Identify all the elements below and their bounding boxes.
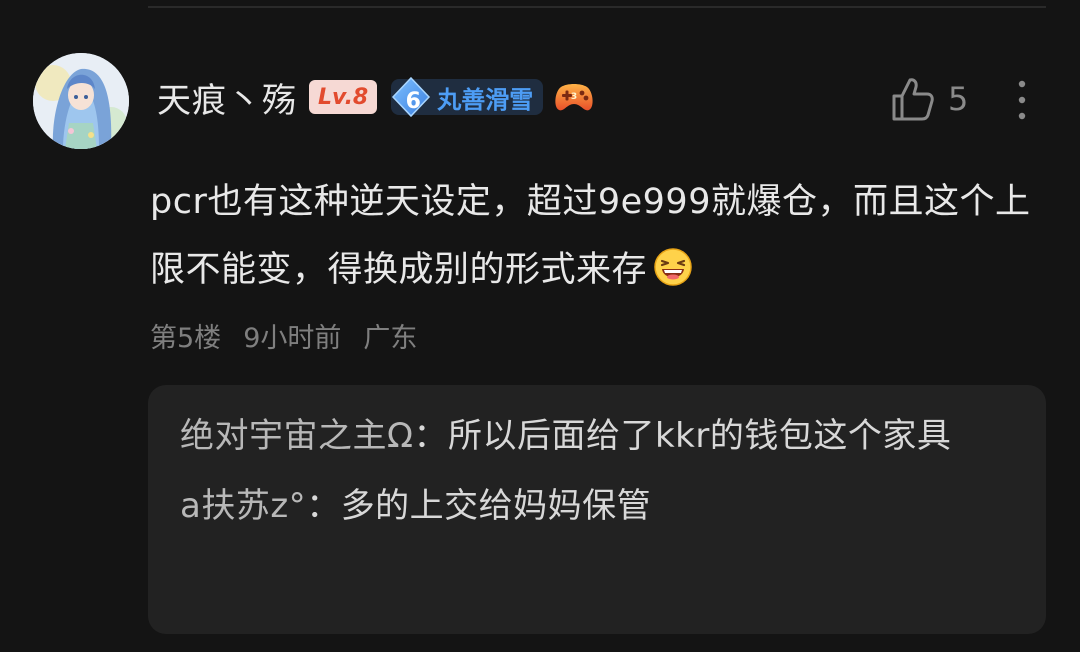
sub-reply-author[interactable]: a扶苏z° [180,486,306,526]
top-divider [148,6,1046,8]
sub-reply-text: 多的上交给妈妈保管 [340,486,652,526]
sub-reply[interactable]: a扶苏z°：多的上交给妈妈保管 [180,471,1016,541]
sub-reply-author[interactable]: 绝对宇宙之主Ω [180,416,413,456]
svg-text:3: 3 [571,92,577,102]
sub-replies-panel[interactable]: 绝对宇宙之主Ω：所以后面给了kkr的钱包这个家具 a扶苏z°：多的上交给妈妈保管 [148,385,1046,634]
fan-badge[interactable]: 丸善滑雪 6 [391,76,544,118]
sub-reply-separator: ： [306,486,341,526]
fan-badge-level: 6 [405,88,421,114]
comment-meta: 第5楼 9小时前 广东 [150,316,417,355]
comment-body: pcr也有这种逆天设定，超过9e999就爆仓，而且这个上限不能变，得换成别的形式… [150,182,1031,290]
comment-text: pcr也有这种逆天设定，超过9e999就爆仓，而且这个上限不能变，得换成别的形式… [150,168,1055,304]
level-badge: Lv.8 [309,80,378,114]
avatar[interactable] [33,53,129,149]
laughing-face-emoji [654,248,692,286]
gamepad-icon: 3 [555,84,593,111]
sub-reply-text: 所以后面给了kkr的钱包这个家具 [447,416,952,456]
username[interactable]: 天痕丶殇 [157,73,297,122]
ip-location: 广东 [363,323,418,354]
like-count: 5 [948,80,969,118]
more-vertical-icon[interactable] [1008,78,1036,122]
fan-badge-name: 丸善滑雪 [437,85,534,114]
avatar-image [33,53,129,149]
comment-header: 天痕丶殇 Lv.8 丸善滑雪 6 3 [157,72,595,122]
floor-number: 第5楼 [150,323,222,354]
sub-reply-separator: ： [413,416,448,456]
sub-reply[interactable]: 绝对宇宙之主Ω：所以后面给了kkr的钱包这个家具 [180,401,1016,471]
thumbs-up-icon [892,78,934,121]
like-button[interactable]: 5 [890,74,968,124]
post-time: 9小时前 [243,323,342,354]
